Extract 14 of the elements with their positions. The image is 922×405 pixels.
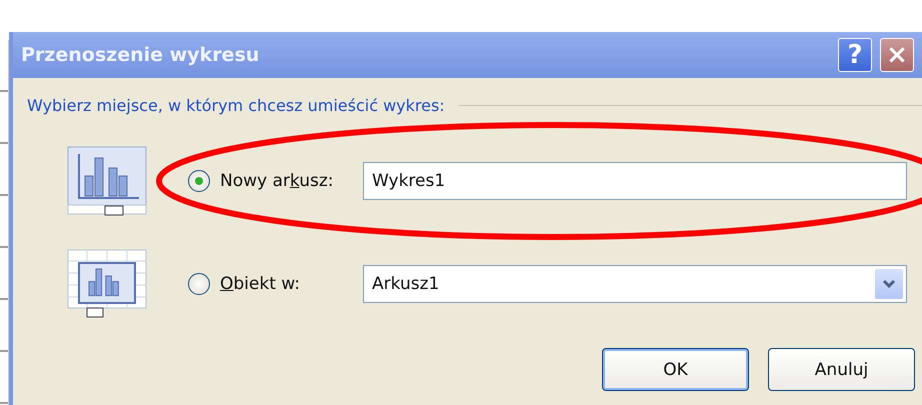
help-button[interactable]: ?	[838, 38, 872, 72]
chart-sheet-icon	[67, 146, 149, 216]
cancel-button[interactable]: Anuluj	[768, 348, 915, 391]
embedded-chart-icon	[67, 249, 149, 319]
radio-button[interactable]	[188, 273, 210, 295]
ok-button[interactable]: OK	[602, 348, 749, 391]
chevron-down-icon	[882, 279, 896, 289]
sheet-dropdown[interactable]: Arkusz1	[363, 265, 907, 303]
option-label[interactable]: Obiekt w:	[220, 274, 363, 294]
option-label[interactable]: Nowy arkusz:	[220, 171, 363, 191]
input-field[interactable]: Wykres1	[363, 162, 907, 200]
radio-button[interactable]	[188, 170, 210, 192]
window-title: Przenoszenie wykresu	[21, 44, 260, 66]
section-label: Wybierz miejsce, w którym chcesz umieścić wykres:	[27, 96, 445, 114]
